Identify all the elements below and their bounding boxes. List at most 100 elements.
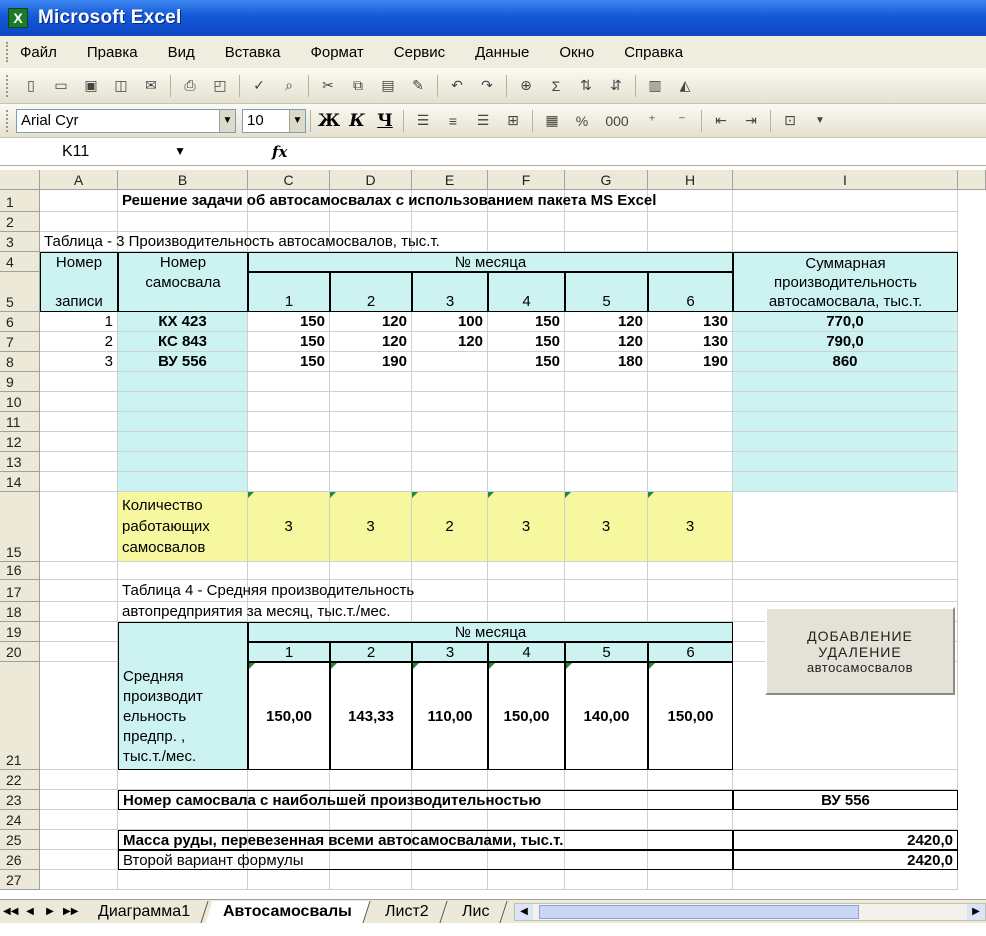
menu-insert[interactable]: Вставка <box>225 44 281 61</box>
decrease-indent-icon[interactable]: ⇤ <box>710 110 732 132</box>
grid-cell[interactable] <box>40 472 118 492</box>
empty-cyan-cell[interactable] <box>733 372 958 392</box>
grid-cell[interactable] <box>248 412 330 432</box>
row-header[interactable]: 23 <box>0 790 40 810</box>
print-icon[interactable]: ⎙ <box>179 75 201 97</box>
chevron-down-icon[interactable]: ▼ <box>289 109 305 132</box>
grid-cell[interactable] <box>733 562 958 580</box>
tab-sheet3[interactable]: Лис <box>444 900 508 923</box>
truck-month-value[interactable]: 190 <box>330 352 412 372</box>
grid-cell[interactable] <box>488 412 565 432</box>
column-header-e[interactable]: E <box>412 170 488 190</box>
grid-cell[interactable] <box>488 870 565 890</box>
grid-cell[interactable] <box>40 212 118 232</box>
table4-month-6[interactable]: 6 <box>648 642 733 662</box>
row-header[interactable]: 4 <box>0 252 40 272</box>
borders-icon[interactable]: ⊡ <box>779 110 801 132</box>
grid-cell[interactable] <box>488 392 565 412</box>
count-value[interactable]: 3 <box>330 492 412 562</box>
grid-cell[interactable] <box>648 870 733 890</box>
grid-cell[interactable] <box>488 810 565 830</box>
grid-cell[interactable] <box>565 372 648 392</box>
count-value[interactable]: 3 <box>648 492 733 562</box>
sort-ascending-icon[interactable]: ⇅ <box>575 75 597 97</box>
grid-cell[interactable] <box>488 770 565 790</box>
empty-cyan-cell[interactable] <box>733 392 958 412</box>
row-header[interactable]: 20 <box>0 642 40 662</box>
truck-month-value[interactable]: 120 <box>565 312 648 332</box>
mass-label[interactable]: Масса руды, перевезенная всеми автосамос… <box>118 830 733 850</box>
grid-cell[interactable] <box>330 870 412 890</box>
grid-cell[interactable] <box>412 452 488 472</box>
row-header[interactable]: 15 <box>0 492 40 562</box>
menu-help[interactable]: Справка <box>624 44 683 61</box>
scroll-right-icon[interactable]: ▶ <box>967 903 985 920</box>
grid-cell[interactable] <box>488 562 565 580</box>
grid-cell[interactable] <box>248 562 330 580</box>
column-header-b[interactable]: B <box>118 170 248 190</box>
row-header[interactable]: 19 <box>0 622 40 642</box>
truck-month-value[interactable]: 100 <box>412 312 488 332</box>
truck-month-value[interactable]: 120 <box>330 332 412 352</box>
truck-month-value[interactable]: 150 <box>488 352 565 372</box>
grid-cell[interactable] <box>565 412 648 432</box>
email-icon[interactable]: ✉ <box>140 75 162 97</box>
grid-cell[interactable] <box>248 432 330 452</box>
grid-cell[interactable] <box>412 212 488 232</box>
row-header[interactable]: 6 <box>0 312 40 332</box>
underline-button[interactable]: Ч <box>371 109 399 133</box>
avg-label[interactable]: Средняя производит ельность предпр. , тыс.т.… <box>118 622 248 770</box>
grid-cell[interactable] <box>733 580 958 602</box>
grid-cell[interactable] <box>412 870 488 890</box>
row-header[interactable]: 1 <box>0 190 40 212</box>
best-truck-label[interactable]: Номер самосвала с наибольшей производите… <box>118 790 733 810</box>
grid-cell[interactable] <box>733 492 958 562</box>
spelling-icon[interactable]: ✓ <box>248 75 270 97</box>
grid-cell[interactable] <box>488 432 565 452</box>
grid-cell[interactable] <box>648 810 733 830</box>
grid-cell[interactable] <box>330 472 412 492</box>
empty-cyan-cell[interactable] <box>733 452 958 472</box>
header-total[interactable]: Суммарная производительность автосамосвала… <box>733 252 958 312</box>
grid-cell[interactable] <box>40 412 118 432</box>
grid-cell[interactable] <box>248 392 330 412</box>
grid-cell[interactable] <box>565 562 648 580</box>
row-header[interactable]: 13 <box>0 452 40 472</box>
grid-cell[interactable] <box>40 830 118 850</box>
menu-view[interactable]: Вид <box>168 44 195 61</box>
grid-cell[interactable] <box>40 432 118 452</box>
grid-cell[interactable] <box>733 770 958 790</box>
row-header[interactable]: 18 <box>0 602 40 622</box>
fx-icon[interactable]: fx <box>272 143 287 161</box>
row-header[interactable]: 26 <box>0 850 40 870</box>
header-month[interactable]: № месяца <box>248 252 733 272</box>
increase-indent-icon[interactable]: ⇥ <box>740 110 762 132</box>
cut-icon[interactable]: ✂ <box>317 75 339 97</box>
row-header[interactable]: 8 <box>0 352 40 372</box>
grid-cell[interactable] <box>330 372 412 392</box>
grid-cell[interactable] <box>412 372 488 392</box>
menu-window[interactable]: Окно <box>559 44 594 61</box>
print-preview-icon[interactable]: ◰ <box>209 75 231 97</box>
chevron-down-icon[interactable]: ▼ <box>809 110 831 132</box>
avg-value[interactable]: 110,00 <box>412 662 488 770</box>
menu-file[interactable]: Файл <box>20 44 57 61</box>
row-header[interactable]: 14 <box>0 472 40 492</box>
grid-cell[interactable] <box>118 810 248 830</box>
column-header-g[interactable]: G <box>565 170 648 190</box>
avg-value[interactable]: 143,33 <box>330 662 412 770</box>
grid-cell[interactable] <box>330 562 412 580</box>
truck-total[interactable]: 770,0 <box>733 312 958 332</box>
first-sheet-icon[interactable]: ◀◀ <box>3 906 18 917</box>
menu-tools[interactable]: Сервис <box>394 44 445 61</box>
row-header[interactable]: 5 <box>0 272 40 312</box>
row-header[interactable]: 2 <box>0 212 40 232</box>
menu-edit[interactable]: Правка <box>87 44 138 61</box>
empty-cyan-cell[interactable] <box>118 432 248 452</box>
align-left-icon[interactable]: ☰ <box>412 110 434 132</box>
grid-cell[interactable] <box>330 212 412 232</box>
row-header[interactable]: 12 <box>0 432 40 452</box>
grid-cell[interactable] <box>118 870 248 890</box>
count-value[interactable]: 3 <box>565 492 648 562</box>
truck-id[interactable]: ВУ 556 <box>118 352 248 372</box>
